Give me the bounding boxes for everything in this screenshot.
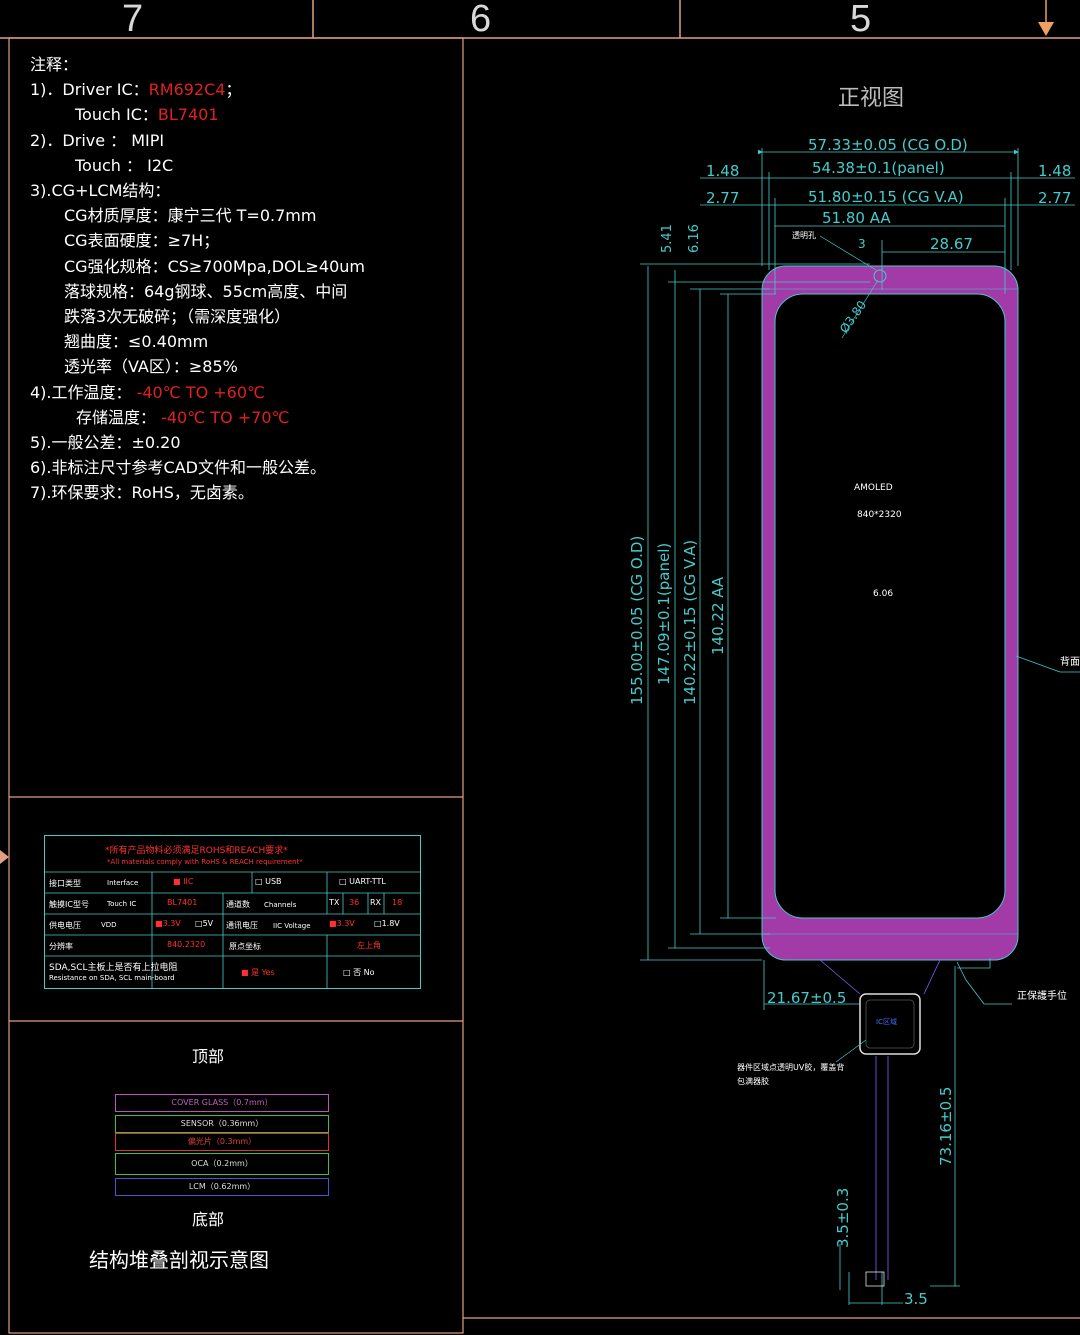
stack-top-label: 顶部 <box>192 1047 225 1066</box>
row-label-touch-ic-en: Touch IC <box>107 900 137 908</box>
rx-value: 18 <box>392 898 403 907</box>
layer-cover-glass: COVER GLASS（0.7mm） <box>115 1094 329 1112</box>
dim-right-1: 1.48 <box>1038 162 1071 180</box>
row-label-vdd: 供电电压 <box>49 921 81 930</box>
row-label-channels-en: Channels <box>264 901 297 909</box>
resolution-value: 840.2320 <box>167 940 206 949</box>
note-line: 2)．Drive ： MIPI <box>30 130 165 150</box>
note-line: 6).非标注尺寸参考CAD文件和一般公差。 <box>30 458 326 478</box>
note-line: 跌落3次无破碎；（需深度强化） <box>64 307 291 327</box>
dim-panel-height: 147.09±0.1(panel) <box>655 543 673 685</box>
tx-value: 36 <box>349 898 360 907</box>
hole-offset: 28.67 <box>930 235 973 253</box>
hole-dim: 3 <box>858 237 866 251</box>
row-label-vdd-en: VDD <box>101 921 117 929</box>
touch-ic-value: BL7401 <box>167 898 198 907</box>
origin-value: 左上角 <box>357 941 381 950</box>
resolution-label: 840*2320 <box>857 510 902 520</box>
row-label-interface: 接口类型 <box>49 879 81 888</box>
stack-caption: 结构堆叠剖视示意图 <box>89 1248 269 1272</box>
front-view-drawing: 正视图 57.33±0.05 (CG O.D) 54.38±0.1(panel)… <box>628 86 1080 1308</box>
note-line: CG材质厚度：康宁三代 T=0.7mm <box>64 206 317 226</box>
row-label-interface-en: Interface <box>107 879 139 887</box>
hole-label: 透明孔 <box>792 231 816 240</box>
layer-sensor: SENSOR（0.36mm） <box>115 1115 329 1133</box>
option-usb: □ USB <box>255 877 282 886</box>
note-line: Touch ： I2C <box>75 155 174 175</box>
hand-position-label: 正保護手位 <box>1017 989 1067 1002</box>
notes-block: 注释： 1)．Driver IC：RM692C4； Touch IC：BL740… <box>30 52 365 506</box>
row-label-resolution: 分辨率 <box>49 942 73 951</box>
option-vdd-3v3: ■3.3V <box>155 919 181 928</box>
ic-label: IC区域 <box>876 1017 897 1026</box>
option-iic-3v3: ■3.3V <box>329 919 355 928</box>
option-pullup-no: □ 否 No <box>343 968 375 977</box>
row-label-channels: 通道数 <box>226 900 250 909</box>
note-line: 3).CG+LCM结构： <box>30 181 171 201</box>
dim-left-2: 2.77 <box>706 189 739 207</box>
dim-top-1: 5.41 <box>660 224 675 253</box>
note-line: 翘曲度：≤0.40mm <box>64 332 209 352</box>
option-vdd-5v: □5V <box>195 919 214 928</box>
option-uart: □ UART-TTL <box>339 877 386 886</box>
note-line: 7).环保要求：RoHS，无卤素。 <box>30 483 254 503</box>
dim-fpc-bottom: 3.5 <box>904 1290 928 1308</box>
row-label-origin: 原点坐标 <box>229 942 261 951</box>
note-line: 1)．Driver IC：RM692C4； <box>30 80 242 100</box>
dim-cg-od-width: 57.33±0.05 (CG O.D) <box>808 136 968 154</box>
note-line: 5).一般公差：±0.20 <box>30 433 181 453</box>
note-line: 4).工作温度： -40℃ TO +60℃ <box>30 382 265 402</box>
dim-right-2: 2.77 <box>1038 189 1071 207</box>
dim-aa-height: 140.22 AA <box>709 576 727 655</box>
row-label-pullup-en: Resistance on SDA, SCL main-board <box>49 974 175 982</box>
dim-left-1: 1.48 <box>706 162 739 180</box>
panel-size-label: 6.06 <box>873 589 893 599</box>
table-header-en: *All materials comply with RoHS & REACH … <box>107 858 303 866</box>
row-label-iic-voltage-en: IIC Voltage <box>273 922 311 930</box>
dim-fpc-length: 73.16±0.5 <box>937 1087 955 1166</box>
uv-note-line-2: 包满器胶 <box>737 1076 769 1086</box>
dim-panel-width: 54.38±0.1(panel) <box>812 159 945 177</box>
note-line: 存储温度： -40℃ TO +70℃ <box>76 407 290 427</box>
note-line: CG表面硬度：≥7H； <box>64 231 220 251</box>
layer-polarizer: 偏光片（0.3mm） <box>115 1133 329 1151</box>
row-label-pullup: SDA,SCL主板上是否有上拉电阻 <box>49 963 178 973</box>
dim-cg-od-height: 155.00±0.05 (CG O.D) <box>628 536 646 705</box>
dim-cg-va-height: 140.22±0.15 (CG V.A) <box>681 540 699 705</box>
note-line: 透光率（VA区）：≥85% <box>64 357 238 377</box>
layer-oca: OCA（0.2mm） <box>115 1153 329 1175</box>
layer-lcm: LCM（0.62mm） <box>115 1178 329 1196</box>
row-label-touch-ic: 触摸IC型号 <box>49 900 89 909</box>
dim-top-2: 6.16 <box>687 224 702 253</box>
option-iic-1v8: □1.8V <box>374 919 400 928</box>
option-iic: ■ IIC <box>173 877 194 886</box>
dim-fpc-width: 21.67±0.5 <box>767 989 846 1007</box>
rx-label: RX <box>370 898 382 907</box>
note-line: 落球规格：64g钢球、55cm高度、中间 <box>64 281 348 301</box>
tx-label: TX <box>329 898 340 907</box>
row-label-iic-voltage: 通讯电压 <box>226 921 258 930</box>
stack-bottom-label: 底部 <box>192 1210 225 1229</box>
active-area-outline <box>774 293 1006 919</box>
uv-note-line-1: 器件区域点透明UV胶，覆盖背 <box>737 1062 844 1072</box>
dim-aa-width: 51.80 AA <box>822 209 891 227</box>
note-line: CG强化规格：CS≥700Mpa,DOL≥40um <box>64 256 366 276</box>
dim-fpc-tail: 3.5±0.3 <box>834 1188 852 1248</box>
dim-cg-va-width: 51.80±0.15 (CG V.A) <box>808 188 964 206</box>
table-header-cn: *所有产品物料必须满足ROHS和REACH要求* <box>105 846 288 856</box>
amoled-label: AMOLED <box>854 483 893 493</box>
note-line: Touch IC：BL7401 <box>75 105 219 125</box>
view-title: 正视图 <box>838 86 904 111</box>
spec-table: *所有产品物料必须满足ROHS和REACH要求* *All materials … <box>44 835 421 989</box>
back-label: 背面 <box>1060 655 1080 668</box>
notes-heading: 注释： <box>30 55 79 74</box>
option-pullup-yes: ■ 是 Yes <box>241 968 275 977</box>
